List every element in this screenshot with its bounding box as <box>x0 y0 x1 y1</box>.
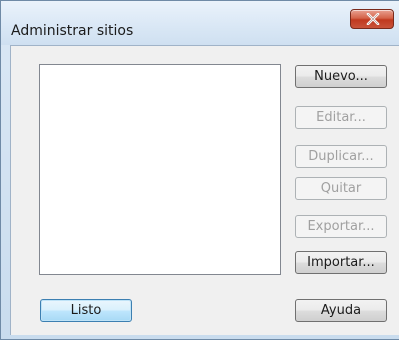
edit-button[interactable]: Editar... <box>295 106 387 129</box>
duplicate-button[interactable]: Duplicar... <box>295 145 387 168</box>
window-title: Administrar sitios <box>11 23 134 39</box>
title-bar: Administrar sitios <box>1 1 399 45</box>
help-button[interactable]: Ayuda <box>295 299 387 322</box>
import-button[interactable]: Importar... <box>295 251 387 274</box>
manage-sites-dialog: Administrar sitios Nuevo... Editar... Du… <box>0 0 399 340</box>
export-button[interactable]: Exportar... <box>295 215 387 238</box>
sites-list[interactable] <box>39 64 281 275</box>
close-button[interactable] <box>350 9 394 29</box>
remove-button[interactable]: Quitar <box>295 177 387 200</box>
dialog-content: Nuevo... Editar... Duplicar... Quitar Ex… <box>10 45 399 335</box>
new-button[interactable]: Nuevo... <box>295 65 387 88</box>
close-icon <box>366 13 380 25</box>
done-button[interactable]: Listo <box>40 299 132 322</box>
